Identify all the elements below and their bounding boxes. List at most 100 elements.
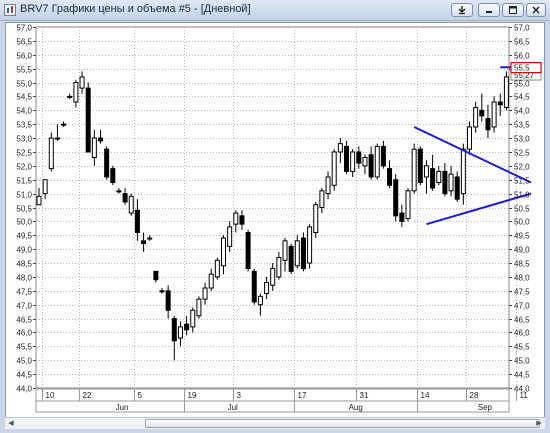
chart-area[interactable]: 44,0 44,0 44,5 44,5 45,0 45,0 45,5 45,5 46,0 46,0… — [5, 22, 545, 427]
candle-up — [350, 151, 356, 172]
candle-down — [171, 318, 177, 342]
y-tick-label-right: 53,5 — [514, 121, 530, 130]
candle-up — [233, 212, 239, 225]
y-tick-label-left: 49,0 — [16, 246, 32, 255]
y-tick-label-left: 56,0 — [16, 52, 32, 61]
candle-down — [417, 148, 423, 184]
candle-up — [473, 107, 479, 128]
candle-up — [177, 326, 183, 339]
candle-up — [448, 173, 454, 192]
candle-up — [411, 148, 417, 192]
candle-down — [110, 168, 116, 184]
candle-up — [128, 195, 134, 214]
month-label: Sep — [478, 403, 493, 412]
candle-down — [239, 215, 245, 225]
y-tick-label-left: 53,0 — [16, 135, 32, 144]
y-tick-label-right: 51,5 — [514, 177, 530, 186]
maximize-button[interactable] — [502, 3, 524, 17]
y-tick-label-left: 55,5 — [16, 66, 32, 75]
month-label: Jul — [228, 403, 238, 412]
minimize-button[interactable] — [478, 3, 500, 17]
grid — [35, 26, 517, 389]
candle-up — [331, 151, 337, 186]
chart-window: BRV7 Графики цены и объема #5 - [Дневной… — [0, 0, 550, 433]
candle-up — [264, 281, 270, 295]
scroll-right-icon[interactable]: ▶ — [534, 419, 544, 428]
y-tick-label-right: 49,0 — [514, 246, 530, 255]
y-tick-label-right: 48,5 — [514, 260, 530, 269]
x-tick-label: 22 — [83, 391, 92, 400]
y-tick-label-right: 49,5 — [514, 232, 530, 241]
y-tick-label-right: 54,5 — [514, 93, 530, 102]
y-tick-label-right: 46,0 — [514, 329, 530, 338]
y-tick-label-right: 50,5 — [514, 205, 530, 214]
month-label: Aug — [349, 403, 363, 412]
close-icon — [532, 6, 540, 14]
candle-down — [442, 170, 448, 195]
candle-up — [73, 82, 79, 103]
candle-up — [67, 95, 73, 98]
candle-down — [399, 212, 405, 222]
y-tick-label-left: 47,0 — [16, 302, 32, 311]
candle-down — [134, 209, 140, 233]
y-tick-label-right: 45,0 — [514, 357, 530, 366]
x-tick-label: 19 — [188, 391, 197, 400]
pin-button[interactable] — [451, 3, 473, 17]
y-tick-label-left: 50,5 — [16, 205, 32, 214]
x-tick-label: 28 — [470, 391, 479, 400]
y-tick-label-right: 56,0 — [514, 52, 530, 61]
candle-down — [288, 245, 294, 272]
candle-down — [98, 137, 103, 142]
candle-up — [48, 137, 54, 170]
y-tick-label-right: 51,0 — [514, 191, 530, 200]
candle-up — [319, 190, 325, 208]
candle-up — [147, 237, 153, 240]
title-bar[interactable]: BRV7 Графики цены и объема #5 - [Дневной… — [0, 0, 550, 21]
candle-up — [294, 240, 300, 267]
minimize-icon — [486, 11, 492, 13]
candle-down — [380, 145, 386, 167]
plot-frame — [35, 26, 510, 389]
candle-up — [61, 123, 67, 126]
candle-up — [503, 76, 509, 109]
scroll-thumb[interactable] — [145, 419, 540, 428]
scroll-left-icon[interactable]: ◀ — [6, 419, 16, 428]
y-tick-label-left: 49,5 — [16, 232, 32, 241]
y-tick-label-right: 56,5 — [514, 38, 530, 47]
candle-down — [104, 148, 110, 178]
candle-down — [454, 176, 460, 200]
candle-up — [325, 176, 331, 195]
horizontal-scrollbar[interactable]: ◀ ▶ — [5, 417, 545, 429]
candle-up — [214, 259, 220, 278]
candle-down — [85, 87, 91, 153]
candle-up — [116, 190, 122, 193]
candle-up — [196, 298, 202, 317]
candle-up — [467, 126, 472, 150]
y-tick-label-left: 44,5 — [16, 371, 32, 380]
candle-up — [190, 309, 196, 328]
candle-up — [460, 148, 466, 195]
candle-down — [485, 118, 491, 131]
price-chart[interactable]: 44,0 44,044,5 44,545,0 45,045,5 45,546,0 46,0… — [6, 23, 544, 426]
y-tick-label-right: 44,5 — [514, 371, 530, 380]
y-tick-label-left: 57,0 — [16, 24, 32, 33]
close-button[interactable] — [526, 3, 546, 17]
candle-down — [245, 231, 251, 270]
candle-down — [184, 323, 190, 331]
candle-down — [165, 290, 171, 311]
candle-down — [122, 193, 128, 203]
candle-up — [227, 226, 233, 247]
candle-up — [91, 137, 97, 159]
candle-up — [36, 195, 42, 206]
candle-up — [436, 170, 442, 184]
y-tick-label-right: 45,5 — [514, 343, 530, 352]
candle-up — [307, 226, 313, 264]
candle-down — [368, 154, 374, 178]
y-tick-label-left: 52,0 — [16, 163, 32, 172]
y-tick-label-right: 52,0 — [514, 163, 530, 172]
x-tick-label: 3 — [237, 391, 242, 400]
y-tick-label-right: 50,0 — [514, 218, 530, 227]
candle-up — [282, 240, 288, 261]
y-tick-label-left: 45,5 — [16, 343, 32, 352]
candle-down — [356, 151, 362, 164]
